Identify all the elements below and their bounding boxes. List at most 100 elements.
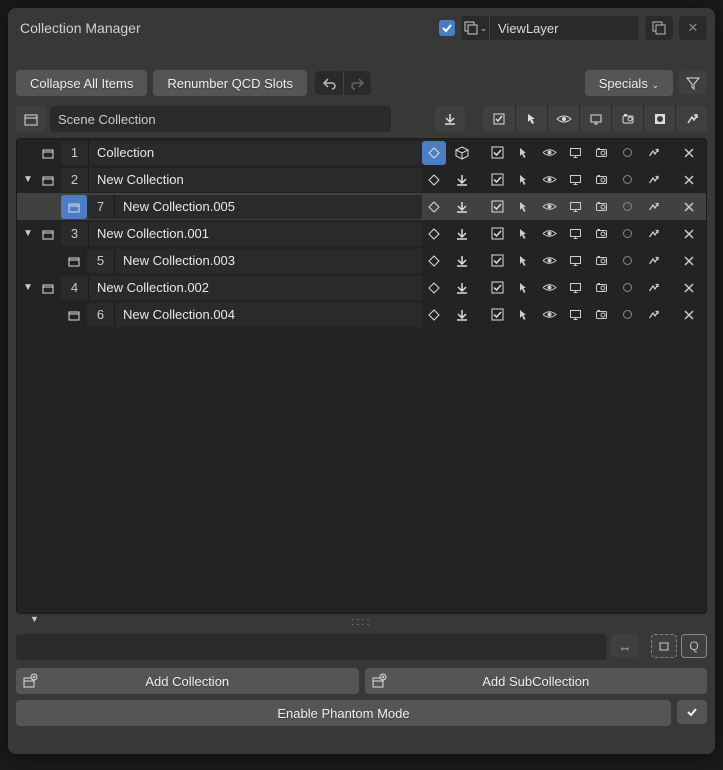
indirect-toggle[interactable] (640, 141, 666, 165)
indirect-toggle[interactable] (640, 276, 666, 300)
collection-row[interactable]: ▼3New Collection.001 (17, 220, 706, 247)
visibility-toggle[interactable] (536, 168, 562, 192)
collection-icon[interactable] (35, 168, 61, 192)
qcd-slot[interactable]: 3 (61, 222, 89, 246)
collapse-all-button[interactable]: Collapse All Items (16, 70, 147, 96)
redo-button[interactable] (343, 71, 371, 95)
select-toggle[interactable] (510, 249, 536, 273)
collection-icon[interactable] (61, 249, 87, 273)
collection-name[interactable]: New Collection.002 (89, 276, 422, 300)
select-toggle[interactable] (510, 168, 536, 192)
global-visibility-toggle[interactable] (547, 106, 579, 132)
visibility-toggle[interactable] (536, 195, 562, 219)
active-collection-toggle[interactable] (422, 276, 446, 300)
active-collection-toggle[interactable] (422, 195, 446, 219)
render-toggle[interactable] (588, 222, 614, 246)
remove-button[interactable] (676, 168, 702, 192)
add-subcollection-button[interactable]: Add SubCollection (365, 668, 708, 694)
exclude-toggle[interactable] (484, 168, 510, 192)
viewport-toggle[interactable] (562, 303, 588, 327)
set-object-button[interactable] (446, 222, 478, 246)
exclude-toggle[interactable] (484, 195, 510, 219)
set-object-button[interactable] (446, 303, 478, 327)
holdout-toggle[interactable] (614, 168, 640, 192)
resize-handle[interactable]: ▼ :::: (16, 614, 707, 630)
scene-collection-icon[interactable] (16, 106, 46, 132)
global-viewport-toggle[interactable] (579, 106, 611, 132)
visibility-toggle[interactable] (536, 222, 562, 246)
indirect-toggle[interactable] (640, 168, 666, 192)
filter-button[interactable] (679, 71, 707, 95)
render-toggle[interactable] (588, 249, 614, 273)
collection-name[interactable]: New Collection.003 (115, 249, 422, 273)
set-object-button[interactable] (446, 168, 478, 192)
collection-name[interactable]: New Collection.005 (115, 195, 422, 219)
set-object-button[interactable] (446, 276, 478, 300)
viewport-toggle[interactable] (562, 249, 588, 273)
collection-row[interactable]: ▼2New Collection (17, 166, 706, 193)
visibility-toggle[interactable] (536, 276, 562, 300)
remove-button[interactable] (676, 141, 702, 165)
collection-name[interactable]: New Collection.004 (115, 303, 422, 327)
holdout-toggle[interactable] (614, 276, 640, 300)
collection-name[interactable]: Collection (89, 141, 422, 165)
collection-row[interactable]: 7New Collection.005 (17, 193, 706, 220)
collection-icon[interactable] (61, 195, 87, 219)
phantom-mode-button[interactable]: Enable Phantom Mode (16, 700, 671, 726)
holdout-toggle[interactable] (614, 303, 640, 327)
set-object-button[interactable] (446, 195, 478, 219)
render-toggle[interactable] (588, 168, 614, 192)
select-toggle[interactable] (510, 303, 536, 327)
qcd-slot[interactable]: 7 (87, 195, 115, 219)
enable-checkbox[interactable] (439, 20, 455, 36)
active-collection-toggle[interactable] (422, 141, 446, 165)
exclude-toggle[interactable] (484, 222, 510, 246)
exclude-toggle[interactable] (484, 276, 510, 300)
active-collection-toggle[interactable] (422, 222, 446, 246)
render-toggle[interactable] (588, 276, 614, 300)
expand-toggle[interactable]: ▼ (21, 174, 35, 185)
indirect-toggle[interactable] (640, 249, 666, 273)
select-toggle[interactable] (510, 195, 536, 219)
remove-button[interactable] (676, 303, 702, 327)
holdout-toggle[interactable] (614, 141, 640, 165)
collection-icon[interactable] (35, 141, 61, 165)
collection-name[interactable]: New Collection (89, 168, 422, 192)
collection-row[interactable]: 1Collection (17, 139, 706, 166)
collection-icon[interactable] (35, 276, 61, 300)
exclude-toggle[interactable] (484, 141, 510, 165)
global-indirect-toggle[interactable] (675, 106, 707, 132)
indirect-toggle[interactable] (640, 195, 666, 219)
qcd-slot[interactable]: 4 (61, 276, 89, 300)
global-render-toggle[interactable] (611, 106, 643, 132)
filter-qcd-button[interactable]: Q (681, 634, 707, 658)
collection-row[interactable]: ▼ 4New Collection.002 (17, 274, 706, 301)
global-holdout-toggle[interactable] (643, 106, 675, 132)
holdout-toggle[interactable] (614, 222, 640, 246)
remove-button[interactable] (676, 276, 702, 300)
invert-filter-button[interactable]: ↔ (611, 634, 639, 658)
collection-name[interactable]: New Collection.001 (89, 222, 422, 246)
viewport-toggle[interactable] (562, 168, 588, 192)
global-select-toggle[interactable] (515, 106, 547, 132)
visibility-toggle[interactable] (536, 249, 562, 273)
scene-collection-color[interactable] (391, 106, 417, 132)
expand-toggle[interactable]: ▼ (21, 282, 35, 293)
select-toggle[interactable] (510, 141, 536, 165)
collection-row[interactable]: 5New Collection.003 (17, 247, 706, 274)
remove-button[interactable] (676, 222, 702, 246)
global-set-object-button[interactable] (435, 106, 465, 132)
qcd-slot[interactable]: 5 (87, 249, 115, 273)
viewlayer-selector[interactable]: ⌄ ViewLayer (461, 16, 639, 40)
viewlayer-name[interactable]: ViewLayer (489, 16, 639, 40)
indirect-toggle[interactable] (640, 303, 666, 327)
set-object-button[interactable] (446, 141, 478, 165)
viewport-toggle[interactable] (562, 276, 588, 300)
set-object-button[interactable] (446, 249, 478, 273)
exclude-toggle[interactable] (484, 303, 510, 327)
viewport-toggle[interactable] (562, 141, 588, 165)
close-button[interactable]: ✕ (679, 16, 707, 40)
layers-icon[interactable]: ⌄ (461, 16, 489, 40)
qcd-slot[interactable]: 6 (87, 303, 115, 327)
visibility-toggle[interactable] (536, 303, 562, 327)
